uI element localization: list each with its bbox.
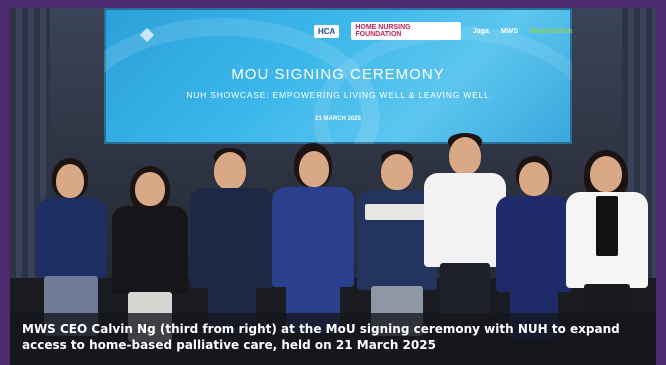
mws-logo: MWS: [500, 27, 518, 35]
home-nursing-foundation-logo: HOME NURSING FOUNDATION: [351, 22, 461, 40]
nuh-logo-icon: [139, 27, 155, 43]
event-photo: HCA HOME NURSING FOUNDATION Jaga MWS Mou…: [10, 8, 656, 365]
partner-logos: HCA HOME NURSING FOUNDATION Jaga MWS Mou…: [314, 22, 572, 40]
projection-screen: HCA HOME NURSING FOUNDATION Jaga MWS Mou…: [104, 8, 572, 144]
jaga-logo: Jaga: [472, 27, 489, 35]
caption-line-1: MWS CEO Calvin Ng (third from right) at …: [22, 322, 620, 336]
screen-title: MOU SIGNING CEREMONY: [231, 66, 445, 83]
screen-subtitle: NUH SHOWCASE: EMPOWERING LIVING WELL & L…: [186, 90, 490, 100]
caption-line-2: access to home-based palliative care, he…: [22, 338, 436, 352]
photo-caption: MWS CEO Calvin Ng (third from right) at …: [10, 313, 656, 365]
screen-date: 21 MARCH 2025: [315, 116, 361, 122]
hca-logo: HCA: [314, 24, 340, 38]
mountbatten-logo: Mountbatten: [530, 27, 572, 35]
